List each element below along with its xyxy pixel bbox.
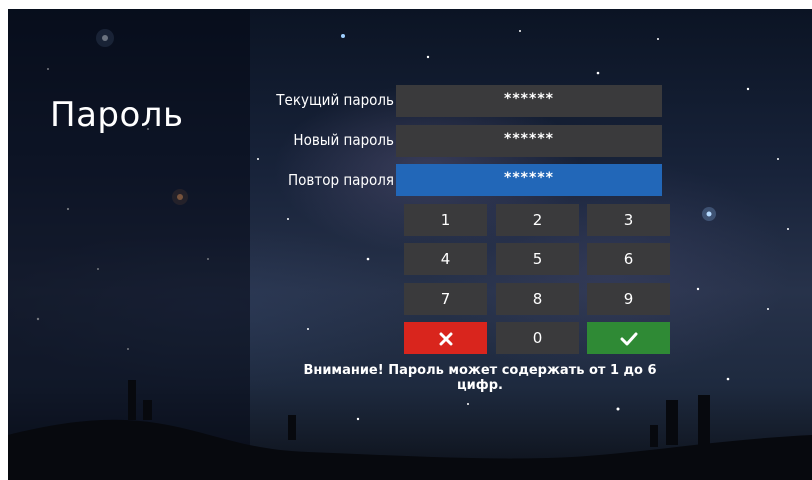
key-1[interactable]: 1 xyxy=(404,204,487,236)
key-9[interactable]: 9 xyxy=(587,283,670,315)
repeat-password-label: Повтор пароля xyxy=(288,171,394,189)
current-password-field[interactable]: ****** xyxy=(396,85,662,117)
hills-silhouette xyxy=(8,380,812,480)
new-password-field[interactable]: ****** xyxy=(396,125,662,157)
key-8[interactable]: 8 xyxy=(496,283,579,315)
close-icon xyxy=(439,332,452,345)
page-title: Пароль xyxy=(50,95,184,135)
key-5[interactable]: 5 xyxy=(496,243,579,275)
key-2[interactable]: 2 xyxy=(496,204,579,236)
key-3[interactable]: 3 xyxy=(587,204,670,236)
repeat-password-field[interactable]: ****** xyxy=(396,164,662,196)
checkmark-icon xyxy=(620,332,637,345)
key-0[interactable]: 0 xyxy=(496,322,579,354)
key-4[interactable]: 4 xyxy=(404,243,487,275)
confirm-button[interactable] xyxy=(587,322,670,354)
password-notice: Внимание! Пароль может содержать от 1 до… xyxy=(303,363,657,393)
current-password-label: Текущий пароль xyxy=(276,91,394,109)
new-password-label: Новый пароль xyxy=(293,131,394,149)
key-6[interactable]: 6 xyxy=(587,243,670,275)
cancel-button[interactable] xyxy=(404,322,487,354)
key-7[interactable]: 7 xyxy=(404,283,487,315)
